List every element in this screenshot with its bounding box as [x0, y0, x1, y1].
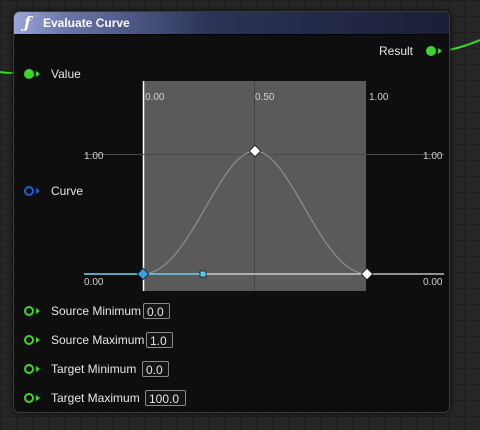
source-min-pin[interactable]: [24, 306, 34, 316]
curve-editor[interactable]: 0.00 0.50 1.00 1.00 1.00 0.00 0.00: [14, 12, 449, 302]
graph-canvas[interactable]: ƒ Evaluate Curve Result Value Curve 0.00…: [0, 0, 480, 430]
label-top-mid: 0.50: [255, 92, 275, 103]
target-min-pin[interactable]: [24, 364, 34, 374]
tangent-handle: [199, 270, 207, 278]
label-bottom-right: 0.00: [423, 277, 443, 288]
label-top-left: 0.00: [145, 92, 165, 103]
label-top-right: 1.00: [369, 92, 389, 103]
target-max-input[interactable]: 100.0: [145, 390, 186, 406]
target-min-label: Target Minimum: [51, 362, 137, 376]
label-right-value: 1.00: [423, 151, 443, 162]
source-min-input[interactable]: 0.0: [143, 303, 170, 319]
label-left-value: 1.00: [84, 151, 104, 162]
label-bottom-left: 0.00: [84, 277, 104, 288]
evaluate-curve-node[interactable]: ƒ Evaluate Curve Result Value Curve 0.00…: [13, 11, 450, 413]
input-wire: [0, 71, 14, 74]
target-max-label: Target Maximum: [51, 391, 140, 405]
target-min-pin-arrow-icon: [36, 366, 40, 372]
source-max-pin[interactable]: [24, 335, 34, 345]
source-max-label: Source Maximum: [51, 333, 145, 347]
source-min-pin-arrow-icon: [36, 308, 40, 314]
source-max-pin-arrow-icon: [36, 337, 40, 343]
target-max-pin-arrow-icon: [36, 395, 40, 401]
output-wire: [447, 39, 480, 51]
target-max-pin[interactable]: [24, 393, 34, 403]
target-min-input[interactable]: 0.0: [142, 361, 169, 377]
source-max-input[interactable]: 1.0: [146, 332, 173, 348]
source-min-label: Source Minimum: [51, 304, 142, 318]
